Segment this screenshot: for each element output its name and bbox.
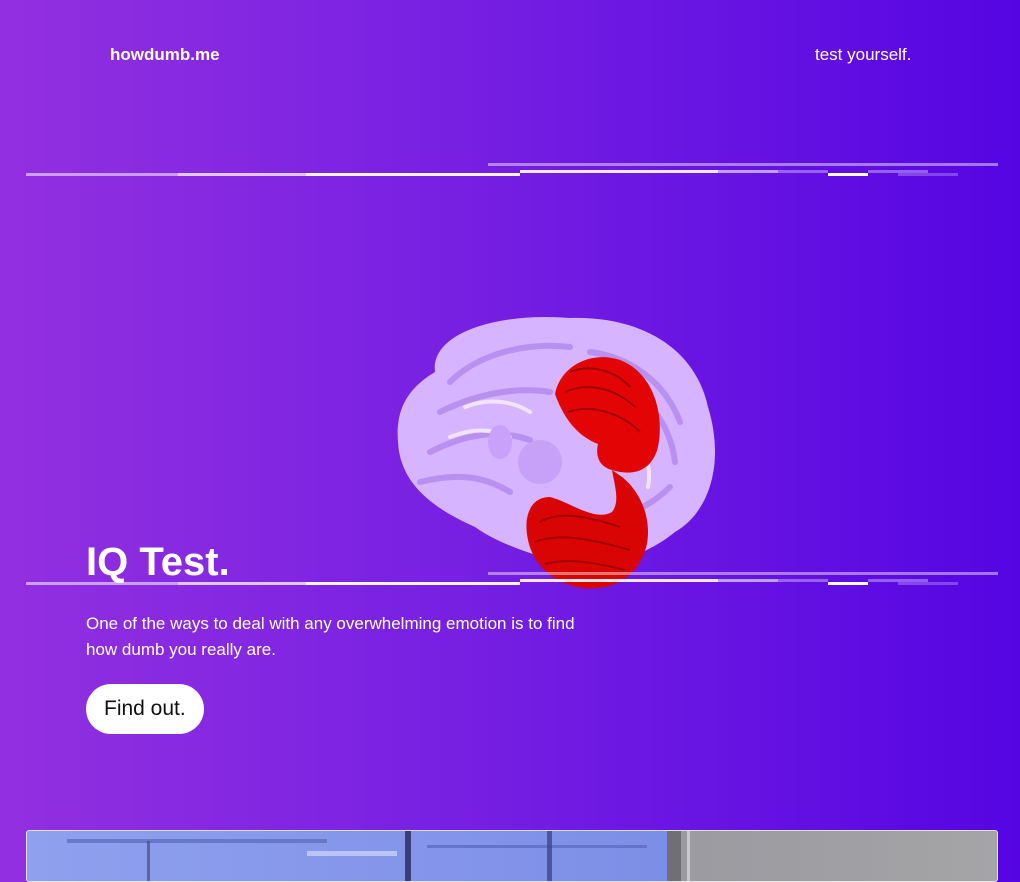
stripe-segment <box>306 582 520 585</box>
decorative-stripes-top <box>0 163 1020 179</box>
stripe-segment <box>520 170 718 173</box>
stripe-segment <box>306 173 520 176</box>
photo-content <box>67 831 690 881</box>
stripe-segment <box>718 579 778 582</box>
stripe-segment <box>718 170 778 173</box>
stripe-segment <box>778 170 828 173</box>
stripe-segment <box>778 579 828 582</box>
hero-title: IQ Test. <box>86 540 230 584</box>
stripe-segment <box>26 173 178 176</box>
stripe-segment <box>488 163 998 166</box>
stripe-segment <box>178 173 306 176</box>
stripe-segment <box>898 582 958 585</box>
stripe-segment <box>520 579 718 582</box>
stripe-segment <box>488 572 998 575</box>
stripe-segment <box>828 582 868 585</box>
hero-description: One of the ways to deal with any overwhe… <box>86 614 575 659</box>
stripe-segment <box>828 173 868 176</box>
brain-illustration <box>397 316 716 589</box>
section-photo <box>26 830 998 882</box>
find-out-button[interactable]: Find out. <box>86 684 204 734</box>
nav-link-test-yourself[interactable]: test yourself. <box>815 45 911 65</box>
brand-logo[interactable]: howdumb.me <box>110 45 220 65</box>
stripe-segment <box>898 173 958 176</box>
